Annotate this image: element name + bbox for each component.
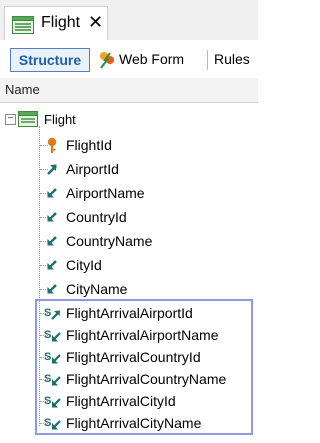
key-icon [44,137,60,153]
svg-text:S: S [44,329,51,341]
subtype-inferred-icon: S [44,393,61,409]
close-icon[interactable]: ✕ [88,12,103,32]
root-label: Flight [44,112,76,127]
attribute-row-airportid[interactable]: AirportId [0,158,258,180]
subtype-inferred-icon: S [44,371,61,387]
tree-column-header: Name [0,78,258,103]
structure-tree: − Flight FlightId AirportId AirportName … [0,102,258,443]
attribute-row-flightarrivalcityid[interactable]: S FlightArrivalCityId [0,390,258,412]
inferred-attribute-icon [44,233,60,249]
attribute-label: FlightId [66,137,112,153]
attribute-label: FlightArrivalAirportName [66,327,219,343]
attribute-row-flightarrivalcountryid[interactable]: S FlightArrivalCountryId [0,346,258,368]
subtype-foreign-key-icon: S [44,305,60,321]
attribute-label: FlightArrivalCityId [66,393,176,409]
attribute-label: AirportName [66,185,145,201]
rules-tab-button[interactable]: Rules [214,48,258,72]
transaction-icon [12,16,34,39]
attribute-row-countryid[interactable]: CountryId [0,206,258,228]
attribute-row-flightarrivalcityname[interactable]: S FlightArrivalCityName [0,412,258,434]
webform-icon [98,51,116,75]
subtype-inferred-icon: S [44,327,61,343]
attribute-label: FlightArrivalCityName [66,415,202,431]
attribute-row-flightarrivalcountryname[interactable]: S FlightArrivalCountryName [0,368,258,390]
attribute-label: CityId [66,257,102,273]
document-tab-bar: Flight ✕ [0,0,258,41]
attribute-label: CountryName [66,233,153,249]
attribute-label: AirportId [66,161,119,177]
subtype-inferred-icon: S [44,349,61,365]
svg-text:S: S [44,307,51,319]
attribute-row-flightarrivalairportname[interactable]: S FlightArrivalAirportName [0,324,258,346]
inferred-attribute-icon [44,281,60,297]
attribute-label: CountryId [66,209,127,225]
inferred-attribute-icon [44,209,60,225]
svg-text:S: S [44,351,51,363]
svg-text:S: S [44,395,51,407]
attribute-row-airportname[interactable]: AirportName [0,182,258,204]
structure-tab-button[interactable]: Structure [10,48,90,72]
foreign-key-arrow-icon [44,161,60,177]
attribute-row-cityid[interactable]: CityId [0,254,258,276]
tab-flight[interactable]: Flight ✕ [4,6,108,40]
attribute-row-countryname[interactable]: CountryName [0,230,258,252]
attribute-label: FlightArrivalCountryId [66,349,201,365]
attribute-row-flightarrivalairportid[interactable]: S FlightArrivalAirportId [0,302,258,324]
collapse-icon[interactable]: − [5,114,16,125]
attribute-label: FlightArrivalCountryName [66,371,227,387]
toolbar-separator [207,50,208,70]
tree-root-flight[interactable]: − Flight [0,110,258,130]
level-table-icon [18,111,38,132]
svg-text:S: S [44,417,51,429]
name-column-label: Name [5,82,40,97]
editor-toolbar: Structure Web Form Rules [0,40,258,79]
webform-label: Web Form [119,51,185,67]
inferred-attribute-icon [44,257,60,273]
subtype-inferred-icon: S [44,415,61,431]
svg-text:S: S [44,373,51,385]
attribute-row-cityname[interactable]: CityName [0,278,258,300]
tab-title: Flight [41,14,81,31]
webform-tab-button[interactable]: Web Form [98,48,204,72]
attribute-label: FlightArrivalAirportId [66,305,193,321]
inferred-attribute-icon [44,185,60,201]
attribute-label: CityName [66,281,128,297]
attribute-row-flightid[interactable]: FlightId [0,134,258,156]
